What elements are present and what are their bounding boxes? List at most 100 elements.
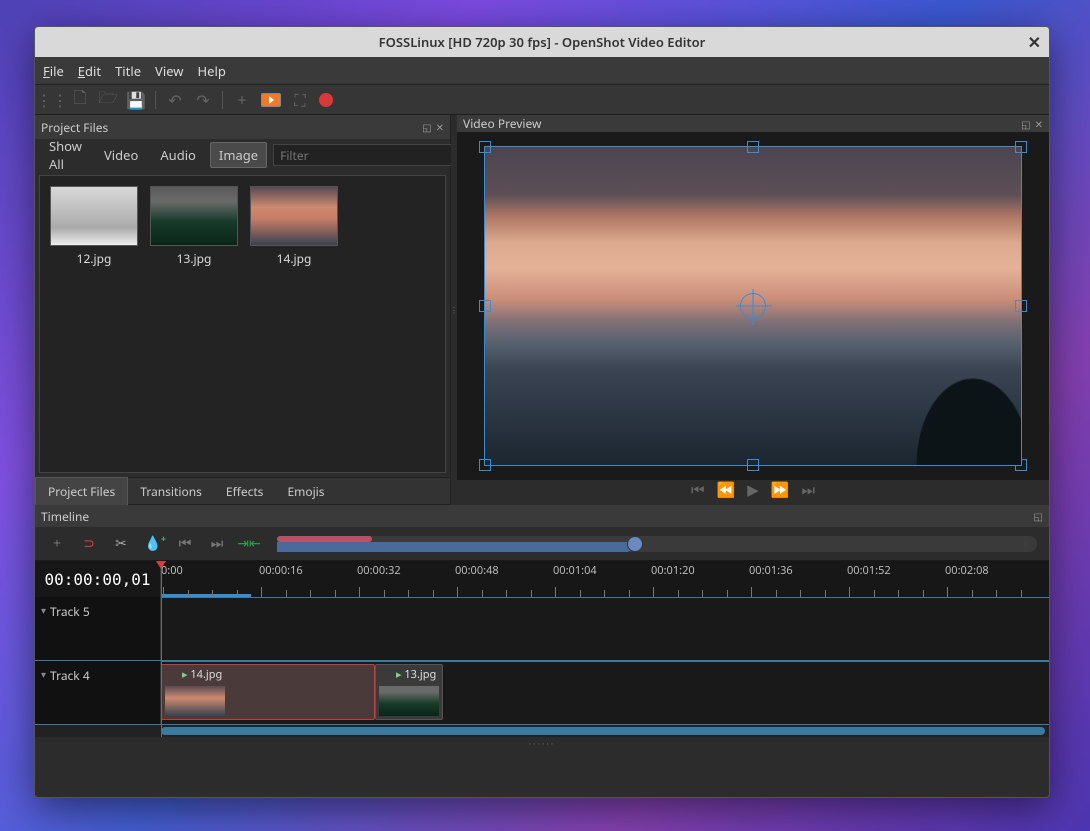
resize-handle[interactable] [479, 459, 491, 471]
prev-marker-icon[interactable]: ⏮ [175, 534, 195, 554]
next-marker-icon[interactable]: ⏭ [207, 534, 227, 554]
menu-view[interactable]: View [155, 62, 183, 80]
preview-area[interactable] [457, 132, 1049, 480]
grip-icon[interactable]: ⋮⋮ [43, 91, 61, 109]
titlebar[interactable]: FOSSLinux [HD 720p 30 fps] - OpenShot Vi… [35, 27, 1049, 57]
menu-file[interactable]: File [43, 62, 64, 80]
filter-tab-video[interactable]: Video [96, 143, 146, 167]
file-name: 12.jpg [77, 250, 112, 267]
redo-icon[interactable]: ↷ [194, 91, 212, 109]
project-files-header: Project Files ◱ ✕ [35, 115, 450, 139]
window-title: FOSSLinux [HD 720p 30 fps] - OpenShot Vi… [379, 33, 706, 51]
ruler-tick [702, 590, 703, 597]
ruler-tick [580, 590, 581, 597]
resize-handle[interactable] [747, 141, 759, 153]
upper-panels: Project Files ◱ ✕ Show All Video Audio I… [35, 115, 1049, 505]
menu-help[interactable]: Help [198, 62, 226, 80]
add-marker-icon[interactable]: 💧 [143, 534, 163, 554]
new-file-icon[interactable]: 🗋 [71, 91, 89, 109]
zoom-slider-knob[interactable] [627, 536, 643, 552]
clip-label: 14.jpg [182, 667, 222, 682]
timecode-display[interactable]: 00:00:00,01 [35, 561, 161, 597]
scrollbar-thumb[interactable] [161, 727, 1045, 735]
center-playhead-icon[interactable]: ⇥⇤ [239, 534, 259, 554]
file-item[interactable]: 14.jpg [250, 186, 338, 462]
resize-handle[interactable] [1015, 300, 1027, 312]
ruler-label: 00:00:16 [259, 563, 303, 578]
file-grid[interactable]: 12.jpg 13.jpg 14.jpg [39, 175, 446, 473]
ruler-tick [261, 587, 262, 597]
filter-tab-showall[interactable]: Show All [41, 134, 90, 176]
filter-tab-audio[interactable]: Audio [152, 143, 204, 167]
tab-project-files[interactable]: Project Files [35, 477, 128, 506]
fullscreen-icon[interactable]: ⛶ [291, 91, 309, 109]
bottom-splitter[interactable]: ······ [35, 737, 1049, 749]
timeline-ruler[interactable]: 0:0000:00:1600:00:3200:00:4800:01:0400:0… [161, 561, 1049, 597]
snap-magnet-icon[interactable]: ⊃ [79, 534, 99, 554]
ruler-tick [335, 590, 336, 597]
ruler-label: 00:01:52 [847, 563, 891, 578]
file-item[interactable]: 13.jpg [150, 186, 238, 462]
timeline-clip[interactable]: 14.jpg [161, 664, 375, 720]
track-lane[interactable] [161, 597, 1049, 660]
ruler-tick [310, 590, 311, 597]
timeline-scrollbar[interactable] [35, 725, 1049, 737]
menubar: File Edit Title View Help [35, 57, 1049, 85]
undock-icon[interactable]: ◱ [422, 120, 431, 134]
file-item[interactable]: 12.jpg [50, 186, 138, 462]
add-track-icon[interactable]: + [47, 534, 67, 554]
tab-effects[interactable]: Effects [214, 478, 276, 505]
ruler-tick [1021, 590, 1022, 597]
chevron-down-icon[interactable]: ▾ [41, 667, 46, 681]
ruler-tick [923, 590, 924, 597]
tab-emojis[interactable]: Emojis [275, 478, 336, 505]
import-icon[interactable]: + [233, 91, 251, 109]
zoom-slider[interactable] [277, 536, 1037, 552]
menu-edit[interactable]: Edit [78, 62, 101, 80]
track-label[interactable]: ▾Track 4 [35, 661, 161, 724]
razor-scissors-icon[interactable]: ✂ [111, 534, 131, 554]
resize-handle[interactable] [479, 300, 491, 312]
menu-title[interactable]: Title [115, 62, 141, 80]
resize-handle[interactable] [747, 459, 759, 471]
tab-transitions[interactable]: Transitions [128, 478, 214, 505]
timeline-clip[interactable]: 13.jpg [375, 664, 443, 720]
center-crosshair-icon[interactable] [740, 293, 766, 319]
undo-icon[interactable]: ↶ [166, 91, 184, 109]
undock-icon[interactable]: ◱ [1021, 117, 1030, 131]
play-icon[interactable]: ▶ [747, 480, 759, 500]
save-icon[interactable]: 💾 [127, 91, 145, 109]
ruler-tick [653, 587, 654, 597]
fast-forward-icon[interactable]: ⏩ [771, 480, 790, 500]
file-name: 14.jpg [277, 250, 312, 267]
track-lane[interactable]: 14.jpg 13.jpg [161, 661, 1049, 724]
resize-handle[interactable] [1015, 459, 1027, 471]
filter-input[interactable] [273, 144, 461, 166]
undock-icon[interactable]: ◱ [1034, 509, 1043, 523]
panel-close-icon[interactable]: ✕ [436, 120, 444, 134]
ruler-tick [286, 590, 287, 597]
playhead[interactable] [161, 561, 162, 737]
filter-tab-image[interactable]: Image [210, 142, 267, 168]
jump-end-icon[interactable]: ⏭ [801, 480, 815, 500]
jump-start-icon[interactable]: ⏮ [691, 480, 705, 500]
track-label[interactable]: ▾Track 5 [35, 597, 161, 660]
open-file-icon[interactable]: 🗁 [99, 91, 117, 109]
resize-handle[interactable] [1015, 141, 1027, 153]
rewind-icon[interactable]: ⏪ [717, 480, 736, 500]
ruler-label: 00:02:08 [945, 563, 989, 578]
ruler-tick [604, 590, 605, 597]
resize-handle[interactable] [479, 141, 491, 153]
project-files-panel: Project Files ◱ ✕ Show All Video Audio I… [35, 115, 451, 505]
ruler-tick [874, 590, 875, 597]
chevron-down-icon[interactable]: ▾ [41, 603, 46, 617]
preview-frame[interactable] [484, 146, 1022, 466]
export-icon[interactable] [319, 93, 333, 107]
panel-close-icon[interactable]: ✕ [1035, 117, 1043, 131]
profile-icon[interactable] [261, 93, 281, 107]
timeline-toolbar: + ⊃ ✂ 💧 ⏮ ⏭ ⇥⇤ [35, 527, 1049, 561]
ruler-tick [359, 587, 360, 597]
ruler-tick [237, 590, 238, 597]
ruler-tick [825, 590, 826, 597]
close-icon[interactable]: ✕ [1028, 31, 1041, 53]
